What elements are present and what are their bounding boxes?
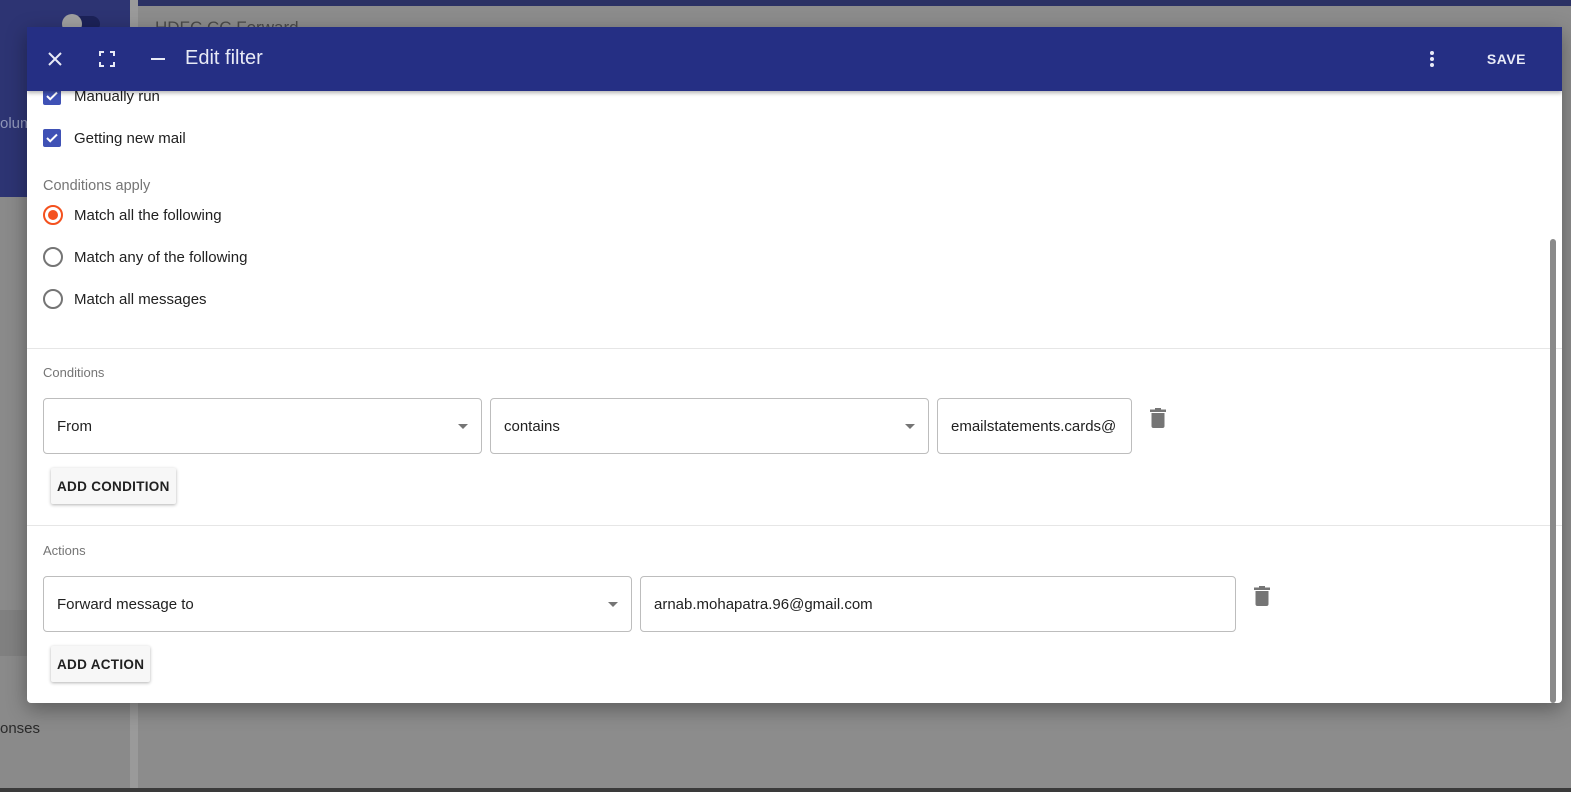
radio-label: Match all messages [74, 290, 207, 308]
condition-value-input[interactable]: emailstatements.cards@ [937, 398, 1132, 454]
divider [27, 348, 1562, 349]
dropdown-arrow-icon [458, 424, 468, 429]
input-value: emailstatements.cards@ [951, 417, 1117, 435]
background-bottom-bar [0, 788, 1571, 792]
checkbox-checked-icon[interactable] [43, 129, 61, 147]
dialog-content: Manually run Getting new mail Conditions… [27, 27, 1562, 703]
action-type-select[interactable]: Forward message to [43, 576, 632, 632]
add-condition-button[interactable]: ADD CONDITION [51, 468, 176, 504]
conditions-heading: Conditions [43, 365, 105, 380]
dropdown-arrow-icon [608, 602, 618, 607]
radio-match-all[interactable]: Match all the following [43, 205, 222, 225]
minimize-icon[interactable] [146, 47, 170, 71]
radio-match-any[interactable]: Match any of the following [43, 247, 247, 267]
dialog-title: Edit filter [185, 47, 263, 69]
dialog-scrollbar[interactable] [1550, 239, 1556, 703]
radio-match-all-messages[interactable]: Match all messages [43, 289, 207, 309]
radio-selected-icon[interactable] [43, 205, 63, 225]
input-value: arnab.mohapatra.96@gmail.com [654, 595, 873, 613]
save-button[interactable]: SAVE [1487, 51, 1526, 67]
divider [27, 525, 1562, 526]
forward-address-input[interactable]: arnab.mohapatra.96@gmail.com [640, 576, 1236, 632]
radio-label: Match all the following [74, 206, 222, 224]
condition-field-select[interactable]: From [43, 398, 482, 454]
actions-heading: Actions [43, 543, 86, 558]
delete-condition-icon[interactable] [1150, 408, 1166, 428]
edit-filter-dialog: Manually run Getting new mail Conditions… [27, 27, 1562, 703]
background-sidebar-text-2: onses [0, 720, 41, 737]
close-icon[interactable] [43, 47, 67, 71]
dropdown-arrow-icon [905, 424, 915, 429]
more-vert-icon[interactable] [1420, 47, 1444, 71]
select-value: From [57, 417, 92, 435]
background-topbar [138, 0, 1571, 6]
conditions-apply-label: Conditions apply [43, 178, 151, 194]
checkbox-label: Getting new mail [74, 129, 186, 147]
fullscreen-icon[interactable] [95, 47, 119, 71]
radio-unselected-icon[interactable] [43, 247, 63, 267]
select-value: Forward message to [57, 595, 194, 613]
select-value: contains [504, 417, 560, 435]
dialog-header: Edit filter SAVE [27, 27, 1562, 91]
radio-unselected-icon[interactable] [43, 289, 63, 309]
checkbox-getting-new-mail[interactable]: Getting new mail [43, 129, 186, 147]
radio-label: Match any of the following [74, 248, 248, 266]
condition-operator-select[interactable]: contains [490, 398, 929, 454]
add-action-button[interactable]: ADD ACTION [51, 646, 151, 682]
delete-action-icon[interactable] [1254, 586, 1270, 606]
